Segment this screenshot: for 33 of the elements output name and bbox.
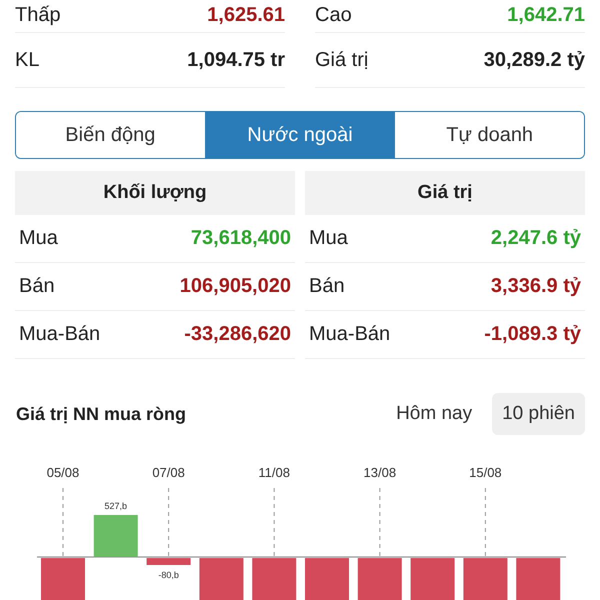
row-label: Mua (19, 227, 58, 250)
stat-label: Giá trị (315, 48, 368, 72)
row-value: -33,286,620 (184, 323, 291, 346)
period-option[interactable]: 10 phiên (492, 393, 585, 435)
row-label: Mua (309, 227, 348, 250)
stat-label: Cao (315, 4, 352, 26)
row-value: 2,247.6 tỷ (490, 227, 581, 250)
row-value: 3,336.9 tỷ (490, 275, 581, 298)
bar-value-label: -80,b (158, 570, 179, 580)
stat-label: KL (15, 48, 40, 72)
date-label: 07/08 (152, 465, 185, 480)
stat-value: 1,625.61 (207, 4, 285, 26)
row-label: Bán (19, 275, 55, 298)
row-value: 73,618,400 (190, 227, 291, 250)
row-value: 106,905,020 (180, 275, 291, 298)
date-label: 13/08 (364, 465, 396, 480)
stat-value: 30,289.2 tỷ (484, 48, 585, 72)
chart-title: Giá trị NN mua ròng (16, 404, 186, 424)
table-header: Khối lượng (15, 171, 295, 215)
date-label: 11/08 (258, 465, 290, 480)
date-label: 15/08 (469, 465, 502, 480)
table-header: Giá trị (305, 171, 585, 215)
tab[interactable]: Nước ngoài (204, 112, 394, 158)
stat-value: 1,642.71 (507, 4, 585, 26)
row-label: Mua-Bán (309, 323, 390, 346)
stat-value: 1,094.75 tr (187, 48, 285, 72)
tab[interactable]: Tự doanh (394, 112, 584, 158)
row-value: -1,089.3 tỷ (484, 323, 581, 346)
bar-value-label: 527,b (104, 501, 128, 511)
stat-label: Thấp (15, 4, 61, 26)
row-label: Mua-Bán (19, 323, 100, 346)
date-label: 05/08 (46, 465, 80, 480)
row-label: Bán (309, 275, 345, 298)
